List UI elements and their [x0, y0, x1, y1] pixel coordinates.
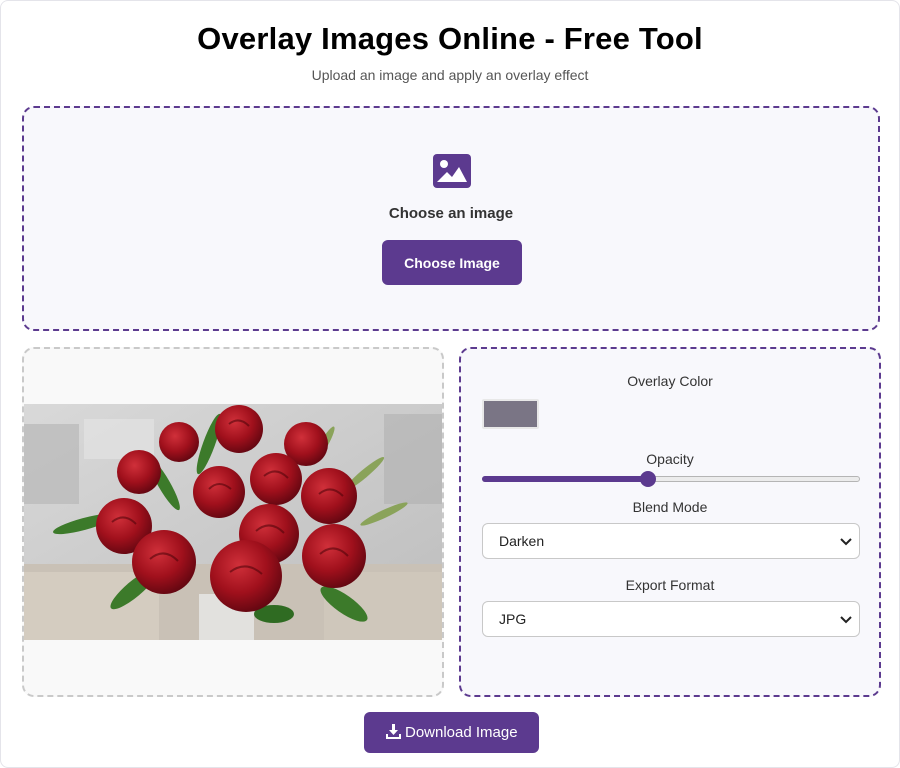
download-image-button[interactable]: Download Image — [364, 712, 539, 753]
slider-fill — [482, 476, 649, 482]
blend-mode-label: Blend Mode — [632, 499, 708, 515]
preview-panel — [22, 347, 444, 697]
upload-label: Choose an image — [388, 205, 514, 222]
overlay-color-picker[interactable] — [482, 399, 539, 429]
export-format-select[interactable]: JPG — [482, 601, 860, 637]
chevron-down-icon — [840, 616, 852, 624]
blend-mode-value: Darken — [499, 533, 545, 549]
opacity-label: Opacity — [646, 451, 694, 467]
page-title: Overlay Images Online - Free Tool — [197, 21, 703, 56]
controls-panel: Overlay Color Opacity Blend Mode Darken … — [459, 347, 881, 697]
choose-image-button[interactable]: Choose Image — [382, 240, 522, 285]
overlay-color-label: Overlay Color — [627, 373, 713, 389]
blend-mode-select[interactable]: Darken — [482, 523, 860, 559]
export-format-label: Export Format — [625, 577, 715, 593]
opacity-slider[interactable] — [482, 471, 860, 487]
export-format-value: JPG — [499, 611, 527, 627]
image-icon — [433, 154, 471, 188]
page: Overlay Images Online - Free Tool Upload… — [0, 0, 900, 768]
page-subtitle: Upload an image and apply an overlay eff… — [311, 67, 589, 83]
download-label: Download Image — [405, 724, 518, 741]
slider-thumb[interactable] — [640, 471, 657, 487]
preview-image — [24, 404, 442, 640]
upload-dropzone[interactable]: Choose an image Choose Image — [22, 106, 880, 331]
download-icon — [386, 724, 401, 739]
chevron-down-icon — [840, 538, 852, 546]
